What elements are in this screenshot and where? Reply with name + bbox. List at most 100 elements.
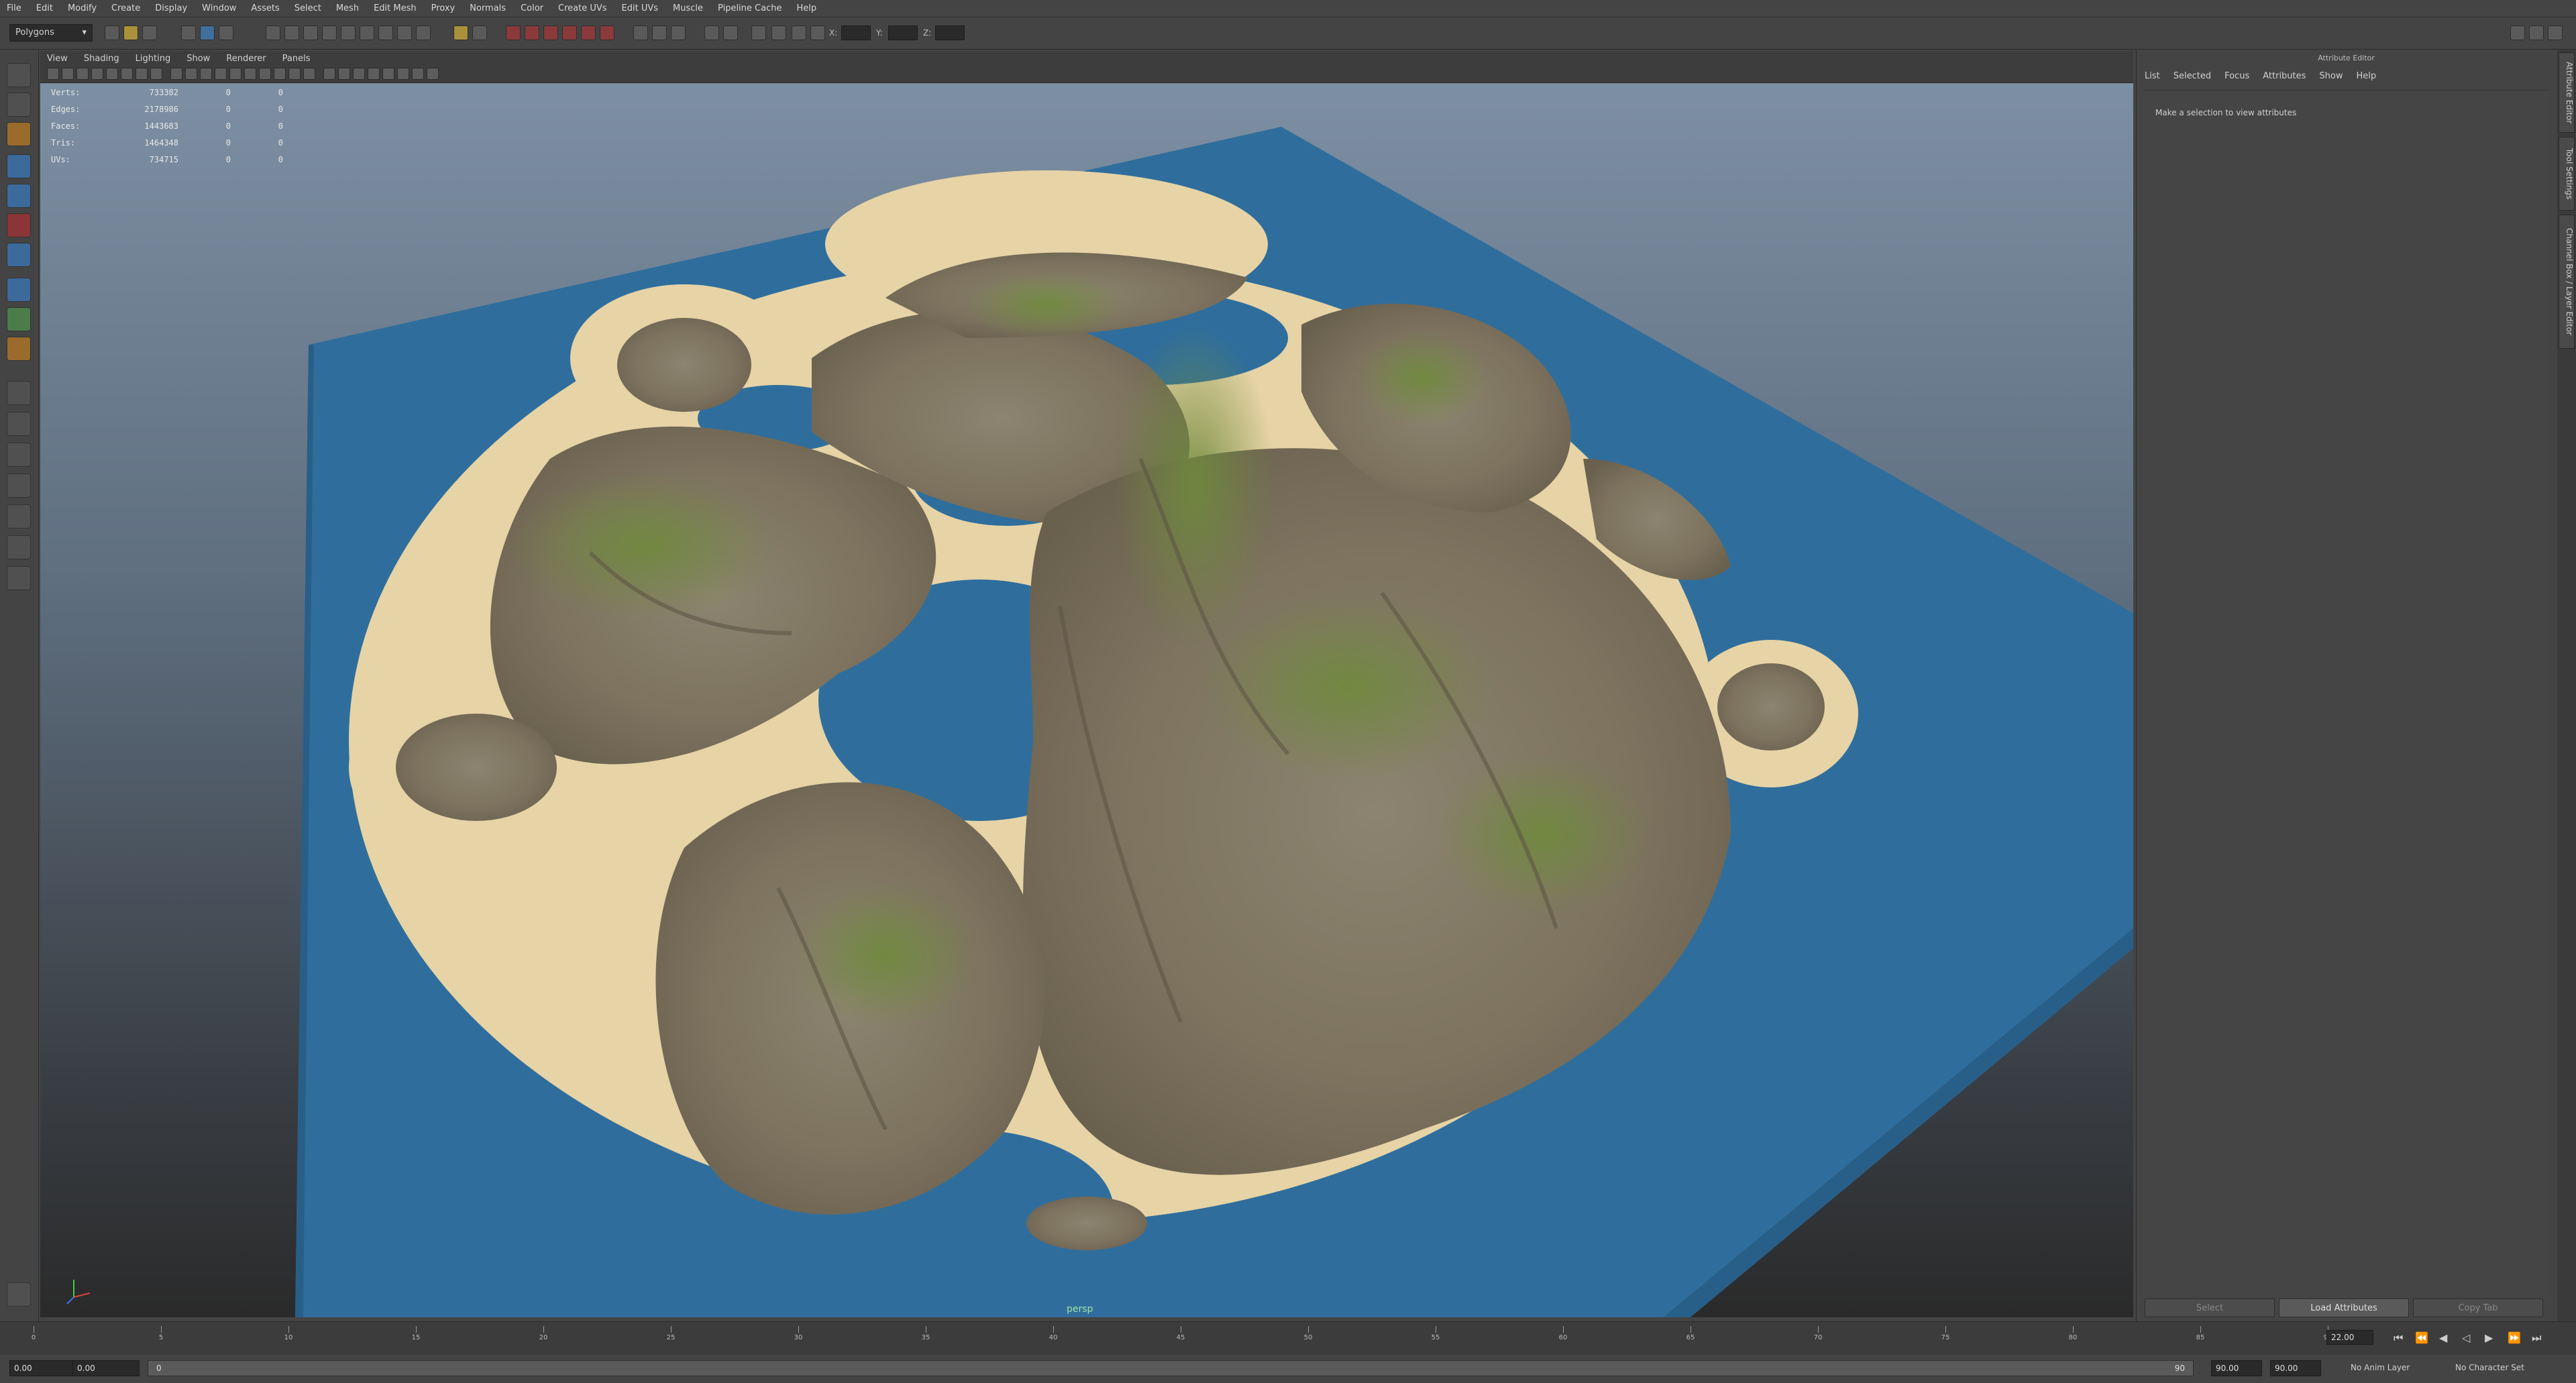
animation-start-field[interactable]: 0.00 bbox=[9, 1360, 76, 1376]
xray-icon[interactable] bbox=[397, 68, 409, 80]
layout-icon[interactable] bbox=[652, 25, 667, 40]
film-gate-icon[interactable] bbox=[150, 68, 162, 80]
2d-pan-zoom-icon[interactable] bbox=[106, 68, 118, 80]
xray-joints-icon[interactable] bbox=[412, 68, 424, 80]
resolution-gate-icon[interactable] bbox=[170, 68, 182, 80]
shadows-icon[interactable] bbox=[323, 68, 335, 80]
go-to-end-icon[interactable]: ⏭ bbox=[2532, 1331, 2541, 1345]
show-modeling-toolkit-icon[interactable] bbox=[2510, 25, 2525, 40]
snap-curve-icon[interactable] bbox=[284, 25, 299, 40]
select-tool-icon[interactable] bbox=[7, 63, 31, 87]
select-button[interactable]: Select bbox=[2145, 1298, 2275, 1317]
universal-manipulator-icon[interactable] bbox=[7, 243, 31, 267]
load-attributes-button[interactable]: Load Attributes bbox=[2279, 1298, 2409, 1317]
attr-menu-attributes[interactable]: Attributes bbox=[2263, 71, 2306, 81]
playback-start-field[interactable]: 0.00 bbox=[72, 1360, 140, 1376]
output-ops-icon[interactable] bbox=[397, 25, 412, 40]
menu-normals[interactable]: Normals bbox=[470, 3, 506, 13]
show-channel-box-icon[interactable] bbox=[2548, 25, 2563, 40]
new-scene-icon[interactable] bbox=[105, 25, 119, 40]
construction-history-icon[interactable] bbox=[472, 25, 487, 40]
panel-menu-show[interactable]: Show bbox=[186, 54, 210, 64]
go-to-start-icon[interactable]: ⏮ bbox=[2394, 1331, 2403, 1345]
panel-menu-renderer[interactable]: Renderer bbox=[226, 54, 266, 64]
anim-layer-dropdown[interactable]: No Anim Layer bbox=[2351, 1363, 2410, 1372]
bookmarks-icon[interactable] bbox=[76, 68, 89, 80]
render-settings-icon[interactable] bbox=[543, 25, 558, 40]
lasso-tool-icon[interactable] bbox=[7, 93, 31, 117]
motion-blur-icon[interactable] bbox=[353, 68, 365, 80]
ipr-render-icon[interactable] bbox=[525, 25, 539, 40]
use-lights-icon[interactable] bbox=[303, 68, 315, 80]
safe-action-icon[interactable] bbox=[215, 68, 227, 80]
paint-select-tool-icon[interactable] bbox=[7, 122, 31, 146]
history-icon[interactable] bbox=[360, 25, 374, 40]
menu-create[interactable]: Create bbox=[111, 3, 140, 13]
relative-mode-icon[interactable] bbox=[771, 25, 786, 40]
move-tool-icon[interactable] bbox=[7, 154, 31, 178]
save-scene-icon[interactable] bbox=[142, 25, 157, 40]
menu-proxy[interactable]: Proxy bbox=[431, 3, 455, 13]
uv-editor-layout-icon[interactable] bbox=[7, 535, 31, 559]
panel-menu-panels[interactable]: Panels bbox=[282, 54, 311, 64]
play-backwards-icon[interactable]: ◁ bbox=[2462, 1331, 2470, 1344]
snap-surface-icon[interactable] bbox=[341, 25, 356, 40]
attr-menu-help[interactable]: Help bbox=[2357, 71, 2377, 81]
soft-select-icon[interactable] bbox=[810, 25, 825, 40]
help-icon[interactable] bbox=[416, 25, 431, 40]
show-manipulator-icon[interactable] bbox=[7, 307, 31, 331]
current-frame-field[interactable]: 22.00 bbox=[2326, 1330, 2373, 1345]
image-plane-icon[interactable] bbox=[91, 68, 103, 80]
textured-icon[interactable] bbox=[288, 68, 301, 80]
snap-view-plane-icon[interactable] bbox=[322, 25, 337, 40]
toggle-panel-icon[interactable] bbox=[633, 25, 648, 40]
panel-menu-shading[interactable]: Shading bbox=[84, 54, 119, 64]
soft-mod-icon[interactable] bbox=[7, 278, 31, 302]
custom-layout-icon[interactable] bbox=[7, 566, 31, 590]
select-camera-icon[interactable] bbox=[47, 68, 59, 80]
grease-pencil-icon[interactable] bbox=[121, 68, 133, 80]
time-slider[interactable]: 051015202530354045505560657075808590 22.… bbox=[0, 1321, 2576, 1355]
single-perspective-layout-icon[interactable] bbox=[7, 381, 31, 405]
tool-settings-icon[interactable] bbox=[7, 1282, 31, 1307]
render-frame-icon[interactable] bbox=[506, 25, 521, 40]
xray-components-icon[interactable] bbox=[427, 68, 439, 80]
rotate-tool-icon[interactable] bbox=[7, 184, 31, 208]
menu-pipeline-cache[interactable]: Pipeline Cache bbox=[718, 3, 782, 13]
tab-tool-settings[interactable]: Tool Settings bbox=[2559, 137, 2575, 211]
tab-attribute-editor[interactable]: Attribute Editor bbox=[2559, 52, 2575, 133]
y-field[interactable] bbox=[888, 25, 918, 40]
transform-space-icon[interactable] bbox=[751, 25, 766, 40]
panel-menu-lighting[interactable]: Lighting bbox=[136, 54, 171, 64]
snap-point-icon[interactable] bbox=[303, 25, 318, 40]
step-back-key-icon[interactable]: ⏪ bbox=[2415, 1331, 2428, 1344]
menu-display[interactable]: Display bbox=[155, 3, 187, 13]
tab-channel-box[interactable]: Channel Box / Layer Editor bbox=[2559, 215, 2575, 349]
time-ruler[interactable]: 051015202530354045505560657075808590 bbox=[27, 1326, 2334, 1351]
playback-range-bar[interactable]: 0 90 bbox=[148, 1360, 2194, 1376]
select-hierarchy-icon[interactable] bbox=[181, 25, 196, 40]
select-object-icon[interactable] bbox=[200, 25, 215, 40]
x-field[interactable] bbox=[841, 25, 871, 40]
outliner-icon[interactable] bbox=[704, 25, 719, 40]
menu-modify[interactable]: Modify bbox=[68, 3, 97, 13]
select-component-icon[interactable] bbox=[219, 25, 233, 40]
animation-end-field[interactable]: 90.00 bbox=[2270, 1360, 2321, 1376]
menu-help[interactable]: Help bbox=[796, 3, 816, 13]
menu-file[interactable]: File bbox=[7, 3, 21, 13]
menu-edit-uvs[interactable]: Edit UVs bbox=[622, 3, 659, 13]
attr-menu-focus[interactable]: Focus bbox=[2224, 71, 2249, 81]
hypershade-icon[interactable] bbox=[562, 25, 577, 40]
menu-edit[interactable]: Edit bbox=[36, 3, 53, 13]
attribute-panel-icon[interactable] bbox=[723, 25, 738, 40]
character-set-dropdown[interactable]: No Character Set bbox=[2455, 1363, 2524, 1372]
camera-attributes-icon[interactable] bbox=[62, 68, 74, 80]
persp-graph-layout-icon[interactable] bbox=[7, 474, 31, 498]
menu-create-uvs[interactable]: Create UVs bbox=[558, 3, 607, 13]
safe-title-icon[interactable] bbox=[229, 68, 241, 80]
persp-outliner-layout-icon[interactable] bbox=[7, 443, 31, 467]
reflection-icon[interactable] bbox=[792, 25, 806, 40]
open-scene-icon[interactable] bbox=[123, 25, 138, 40]
menu-mesh[interactable]: Mesh bbox=[336, 3, 359, 13]
menu-window[interactable]: Window bbox=[202, 3, 236, 13]
